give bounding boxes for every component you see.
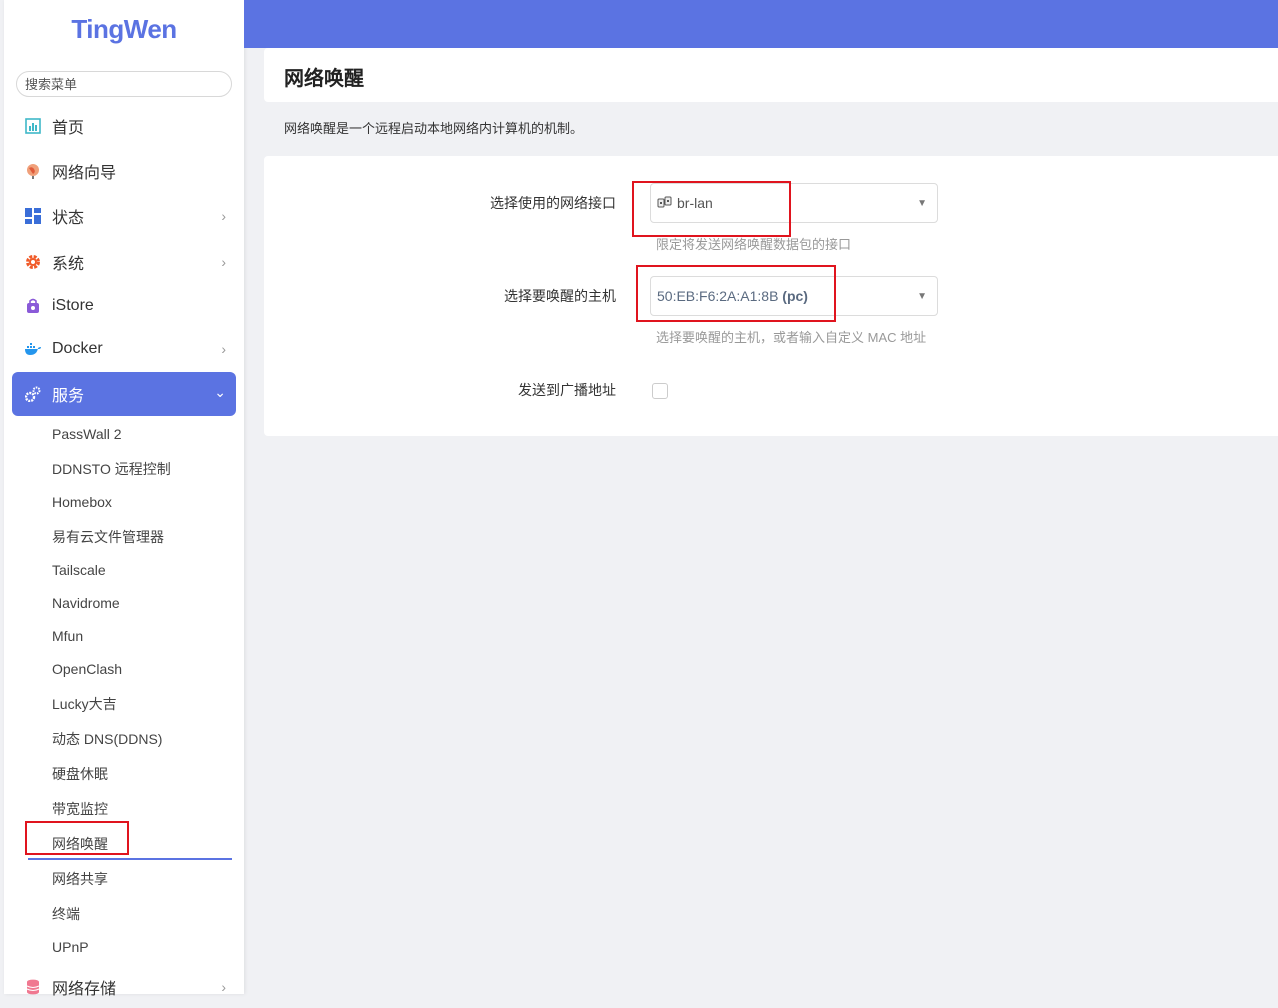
chevron-down-icon: ⌄ bbox=[214, 384, 226, 400]
sub-item-homebox[interactable]: Homebox bbox=[52, 492, 112, 512]
sidebar-item-istore[interactable]: iStore bbox=[12, 285, 236, 327]
sub-item-bandwidth-monitor[interactable]: 带宽监控 bbox=[52, 799, 108, 819]
chevron-right-icon: › bbox=[221, 341, 226, 357]
sub-item-tailscale[interactable]: Tailscale bbox=[52, 560, 106, 580]
sub-item-mfun[interactable]: Mfun bbox=[52, 626, 83, 646]
sidebar-item-label: 状态 bbox=[52, 210, 85, 227]
search-menu-input[interactable] bbox=[16, 71, 232, 97]
interface-select[interactable]: br-lan ▼ bbox=[650, 183, 938, 223]
page-header: 网络唤醒 bbox=[264, 48, 1278, 102]
host-label: 选择要唤醒的主机 bbox=[504, 288, 616, 304]
sidebar-item-system[interactable]: 系统 › bbox=[12, 241, 236, 283]
sub-item-terminal[interactable]: 终端 bbox=[52, 904, 80, 924]
chevron-right-icon: › bbox=[221, 254, 226, 270]
sidebar-item-label: 服务 bbox=[52, 388, 85, 405]
sidebar-item-label: Docker bbox=[52, 340, 103, 357]
broadcast-checkbox[interactable] bbox=[652, 383, 668, 399]
host-name-suffix: (pc) bbox=[782, 288, 808, 304]
sidebar: TingWen 首页 网络向导 状态 › 系统 › iStore bbox=[4, 0, 244, 998]
grid-icon bbox=[24, 207, 42, 225]
sidebar-item-label: 网络向导 bbox=[52, 165, 117, 182]
host-select[interactable]: 50:EB:F6:2A:A1:8B (pc) ▼ bbox=[650, 276, 938, 316]
page-title: 网络唤醒 bbox=[284, 68, 364, 90]
sidebar-item-label: 首页 bbox=[52, 120, 85, 137]
gear-icon bbox=[24, 253, 42, 271]
sub-item-passwall2[interactable]: PassWall 2 bbox=[52, 424, 122, 444]
sub-item-ddnsto[interactable]: DDNSTO 远程控制 bbox=[52, 459, 171, 479]
dropdown-caret-icon: ▼ bbox=[917, 198, 927, 209]
interface-label: 选择使用的网络接口 bbox=[490, 195, 616, 211]
top-bar bbox=[244, 0, 1278, 48]
services-icon bbox=[24, 385, 42, 403]
dropdown-caret-icon: ▼ bbox=[917, 291, 927, 302]
sub-item-network-share[interactable]: 网络共享 bbox=[52, 869, 108, 889]
sidebar-item-network-storage[interactable]: 网络存储 › bbox=[12, 966, 236, 1008]
sub-item-ddns[interactable]: 动态 DNS(DDNS) bbox=[52, 729, 162, 749]
sidebar-item-network-wizard[interactable]: 网络向导 bbox=[12, 150, 236, 192]
sub-item-openclash[interactable]: OpenClash bbox=[52, 659, 122, 679]
wol-form: 选择使用的网络接口 br-lan ▼ 限定将发送网络唤醒数据包的接口 选择要唤醒… bbox=[264, 156, 1278, 436]
globe-icon bbox=[24, 162, 42, 180]
sub-item-navidrome[interactable]: Navidrome bbox=[52, 593, 120, 613]
storage-icon bbox=[24, 978, 42, 996]
host-select-value: 50:EB:F6:2A:A1:8B (pc) bbox=[657, 288, 808, 304]
sidebar-item-services[interactable]: 服务 ⌄ bbox=[12, 372, 236, 416]
chevron-right-icon: › bbox=[221, 208, 226, 224]
interface-hint: 限定将发送网络唤醒数据包的接口 bbox=[656, 237, 852, 252]
dashboard-icon bbox=[24, 117, 42, 135]
sub-item-hd-idle[interactable]: 硬盘休眠 bbox=[52, 764, 108, 784]
host-hint: 选择要唤醒的主机，或者输入自定义 MAC 地址 bbox=[656, 330, 927, 345]
sidebar-item-label: iStore bbox=[52, 297, 94, 314]
app-logo[interactable]: TingWen bbox=[4, 14, 244, 45]
sub-item-wol[interactable]: 网络唤醒 bbox=[52, 834, 108, 854]
docker-icon bbox=[24, 340, 42, 358]
sidebar-item-label: 网络存储 bbox=[52, 981, 117, 998]
network-port-icon bbox=[657, 196, 673, 210]
store-icon bbox=[24, 297, 42, 315]
sidebar-item-docker[interactable]: Docker › bbox=[12, 328, 236, 370]
sidebar-item-home[interactable]: 首页 bbox=[12, 105, 236, 147]
active-sub-item-indicator bbox=[28, 858, 232, 860]
interface-select-value: br-lan bbox=[677, 195, 713, 211]
sub-item-linkease[interactable]: 易有云文件管理器 bbox=[52, 527, 164, 547]
sub-item-upnp[interactable]: UPnP bbox=[52, 937, 89, 957]
page-description: 网络唤醒是一个远程启动本地网络内计算机的机制。 bbox=[284, 121, 584, 136]
chevron-right-icon: › bbox=[221, 979, 226, 995]
sub-item-lucky[interactable]: Lucky大吉 bbox=[52, 694, 117, 714]
host-mac-value: 50:EB:F6:2A:A1:8B bbox=[657, 288, 779, 304]
broadcast-label: 发送到广播地址 bbox=[518, 382, 616, 398]
sidebar-item-label: 系统 bbox=[52, 256, 85, 273]
sidebar-item-status[interactable]: 状态 › bbox=[12, 195, 236, 237]
